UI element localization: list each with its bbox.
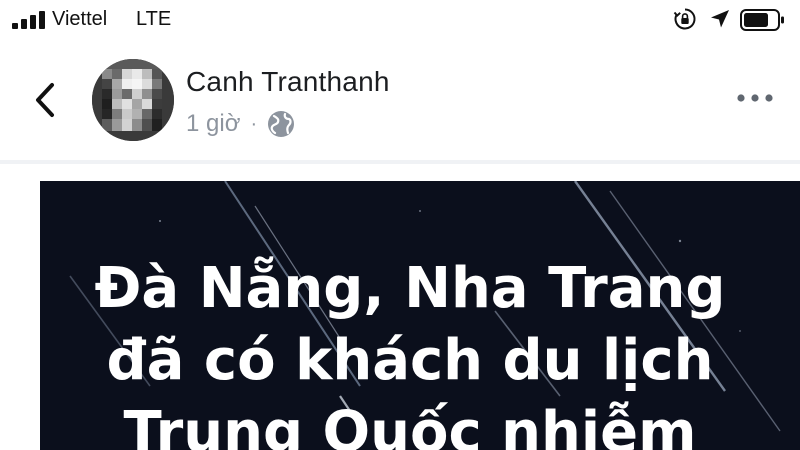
battery-icon bbox=[740, 9, 784, 31]
location-arrow-icon bbox=[711, 10, 729, 28]
headline-line-2: đã có khách du lịch bbox=[106, 328, 714, 393]
network-type: LTE bbox=[136, 8, 172, 30]
status-bar: Viettel LTE bbox=[0, 0, 800, 42]
author-name[interactable]: Canh Tranthanh bbox=[186, 66, 390, 98]
more-options-icon[interactable] bbox=[735, 91, 775, 105]
post-time[interactable]: 1 giờ bbox=[186, 110, 240, 138]
post-meta: 1 giờ · bbox=[186, 108, 295, 140]
avatar[interactable] bbox=[92, 59, 174, 141]
rotation-lock-icon bbox=[673, 8, 696, 30]
back-chevron-icon[interactable] bbox=[30, 81, 60, 119]
meta-separator: · bbox=[250, 112, 258, 135]
signal-bars-icon bbox=[12, 11, 45, 29]
headline-line-1: Đà Nẵng, Nha Trang bbox=[94, 256, 726, 321]
post-header: Canh Tranthanh 1 giờ · bbox=[0, 42, 800, 160]
image-headline: Đà Nẵng, Nha Trang đã có khách du lịch T… bbox=[40, 253, 780, 450]
post-image[interactable]: Đà Nẵng, Nha Trang đã có khách du lịch T… bbox=[40, 181, 800, 450]
header-divider bbox=[0, 160, 800, 164]
carrier-name: Viettel bbox=[52, 8, 108, 30]
headline-line-3: Trung Quốc nhiễm bbox=[123, 400, 697, 450]
globe-icon bbox=[268, 111, 295, 137]
